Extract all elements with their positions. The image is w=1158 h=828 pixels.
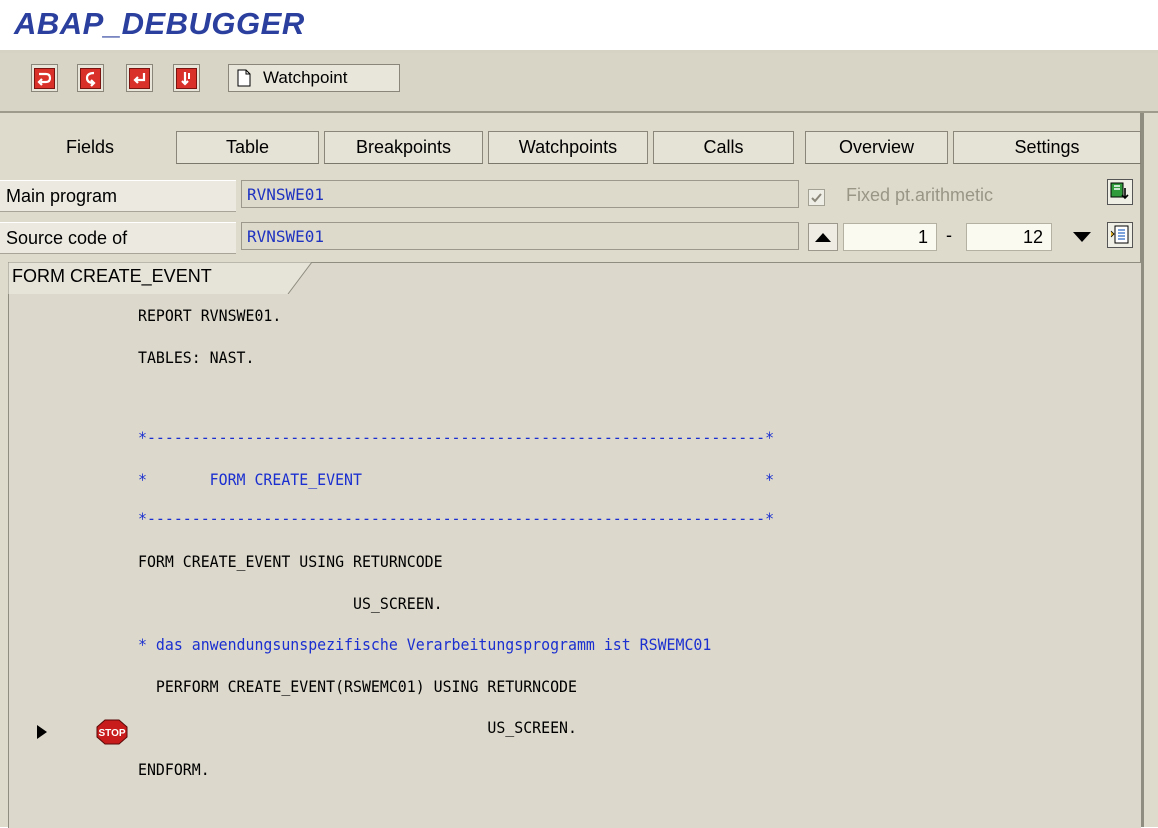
tab-calls[interactable]: Calls bbox=[653, 131, 794, 164]
fixed-pt-label: Fixed pt.arithmetic bbox=[846, 185, 994, 205]
tab-fields[interactable]: Fields bbox=[54, 131, 126, 164]
breakpoint-label: STOP bbox=[98, 728, 125, 739]
line-to-field[interactable]: 12 bbox=[966, 223, 1052, 251]
code-line: REPORT RVNSWE01. bbox=[138, 306, 282, 325]
display-icon[interactable] bbox=[1107, 179, 1133, 205]
document-icon bbox=[237, 69, 251, 87]
code-line-comment: *---------------------------------------… bbox=[138, 509, 775, 528]
check-icon bbox=[811, 193, 822, 203]
scroll-down-button[interactable] bbox=[1066, 223, 1098, 251]
fixed-pt-checkbox[interactable] bbox=[808, 189, 825, 206]
scroll-up-button[interactable] bbox=[808, 223, 838, 251]
execute-icon[interactable] bbox=[77, 64, 104, 92]
code-line: US_SCREEN. bbox=[138, 718, 577, 737]
continue-icon[interactable] bbox=[173, 64, 200, 92]
code-line-comment: * das anwendungsunspezifische Verarbeitu… bbox=[138, 635, 712, 654]
code-line-comment: * FORM CREATE_EVENT * bbox=[138, 470, 775, 489]
tab-breakpoints[interactable]: Breakpoints bbox=[324, 131, 483, 164]
arrow-down-icon bbox=[1073, 232, 1091, 242]
source-code-label: Source code of bbox=[0, 222, 236, 254]
code-line: ENDFORM. bbox=[138, 760, 210, 779]
source-code-view[interactable] bbox=[8, 262, 1141, 828]
app-title: ABAP_DEBUGGER bbox=[14, 6, 305, 41]
tab-overview[interactable]: Overview bbox=[805, 131, 948, 164]
code-line: US_SCREEN. bbox=[138, 594, 443, 613]
watchpoint-button[interactable]: Watchpoint bbox=[228, 64, 400, 92]
code-line: FORM CREATE_EVENT USING RETURNCODE bbox=[138, 552, 443, 571]
single-step-icon[interactable] bbox=[31, 64, 58, 92]
current-line-pointer-icon bbox=[37, 725, 47, 739]
tab-table[interactable]: Table bbox=[176, 131, 319, 164]
arrow-up-icon bbox=[815, 233, 831, 242]
list-icon[interactable] bbox=[1107, 222, 1133, 248]
breakpoint-stop-icon[interactable]: STOP bbox=[96, 719, 128, 745]
toolbar: Watchpoint bbox=[0, 53, 1158, 113]
tab-watchpoints[interactable]: Watchpoints bbox=[488, 131, 648, 164]
tab-settings[interactable]: Settings bbox=[953, 131, 1141, 164]
range-separator: - bbox=[946, 225, 952, 245]
return-icon[interactable] bbox=[126, 64, 153, 92]
code-tab-label[interactable]: FORM CREATE_EVENT bbox=[12, 266, 212, 287]
line-from-field[interactable]: 1 bbox=[843, 223, 937, 251]
code-line-comment: *---------------------------------------… bbox=[138, 428, 775, 447]
source-code-field[interactable]: RVNSWE01 bbox=[241, 222, 799, 250]
code-line: PERFORM CREATE_EVENT(RSWEMC01) USING RET… bbox=[138, 677, 577, 696]
code-line: TABLES: NAST. bbox=[138, 348, 255, 367]
watchpoint-button-label: Watchpoint bbox=[263, 68, 348, 87]
main-program-field[interactable]: RVNSWE01 bbox=[241, 180, 799, 208]
main-program-label: Main program bbox=[0, 180, 236, 212]
